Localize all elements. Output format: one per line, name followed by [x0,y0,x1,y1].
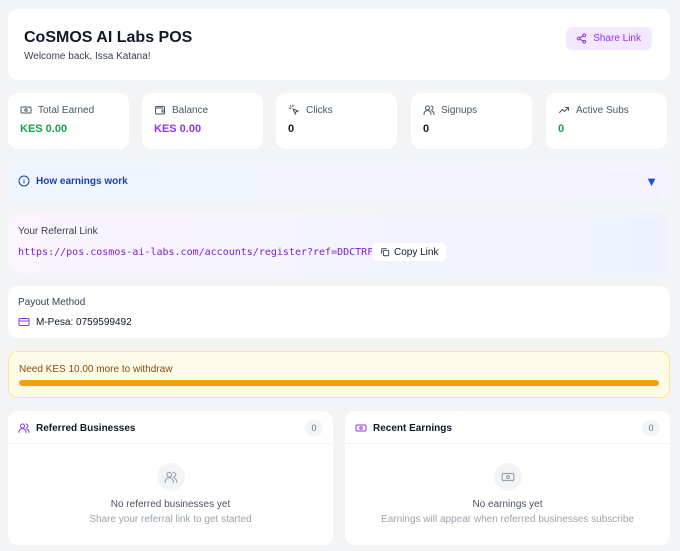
count-badge: 0 [305,420,323,436]
stat-value: 0 [423,123,430,135]
share-link-label: Share Link [593,33,641,44]
money-icon [355,422,367,434]
payout-method-card: Payout Method M-Pesa: 0759599492 [8,286,670,338]
empty-state-title: No earnings yet [472,499,543,510]
stat-card-clicks: Clicks 0 [276,93,397,149]
panel-title: Recent Earnings [373,422,452,434]
withdraw-notice: Need KES 10.00 more to withdraw [8,351,670,398]
pointer-click-icon [288,104,300,116]
header-card: CoSMOS AI Labs POS Welcome back, Issa Ka… [8,9,670,80]
empty-state-subtitle: Share your referral link to get started [89,514,252,525]
count-badge: 0 [642,420,660,436]
panel-title: Referred Businesses [36,422,136,434]
payout-value: M-Pesa: 0759599492 [36,316,132,328]
wallet-icon [154,104,166,116]
copy-icon [380,247,390,257]
stat-card-active-subs: Active Subs 0 [546,93,667,149]
withdraw-progress-bar [19,380,659,386]
trending-up-icon [558,104,570,116]
stat-label: Active Subs [576,104,629,116]
stat-value: KES 0.00 [154,123,202,135]
stat-card-balance: Balance KES 0.00 [142,93,263,149]
page-title: CoSMOS AI Labs POS [24,29,193,46]
stat-value: 0 [558,123,565,135]
referral-label: Your Referral Link [18,226,98,237]
users-icon [18,422,30,434]
withdraw-progress-fill [19,380,659,386]
copy-link-button[interactable]: Copy Link [372,243,447,261]
money-icon [493,463,522,491]
referred-businesses-panel: Referred Businesses 0 No referred busine… [8,411,333,545]
triangle-down-icon[interactable]: ▼ [645,174,658,189]
share-icon [576,33,587,44]
stat-label: Clicks [306,104,333,116]
users-icon [156,463,185,491]
payout-label: Payout Method [18,297,86,308]
how-earnings-toggle[interactable]: How earnings work ▼ [8,162,670,200]
referral-url[interactable]: https://pos.cosmos-ai-labs.com/accounts/… [18,247,385,258]
copy-link-label: Copy Link [394,246,439,258]
stat-label: Signups [441,104,478,116]
recent-earnings-panel: Recent Earnings 0 No earnings yet Earnin… [345,411,670,545]
empty-state-title: No referred businesses yet [110,499,231,510]
withdraw-message: Need KES 10.00 more to withdraw [19,364,173,375]
referral-link-card: Your Referral Link https://pos.cosmos-ai… [8,213,670,273]
stat-label: Total Earned [38,104,95,116]
stat-card-signups: Signups 0 [411,93,532,149]
stat-label: Balance [172,104,209,116]
share-link-button[interactable]: Share Link [566,27,652,50]
money-icon [20,104,32,116]
empty-state-subtitle: Earnings will appear when referred busin… [381,514,634,525]
stat-value: 0 [288,123,295,135]
card-icon [18,316,30,328]
welcome-text: Welcome back, Issa Katana! [24,51,151,62]
users-icon [423,104,435,116]
how-earnings-label: How earnings work [36,175,128,187]
stat-card-total-earned: Total Earned KES 0.00 [8,93,129,149]
info-icon [18,175,30,187]
stat-value: KES 0.00 [20,123,68,135]
